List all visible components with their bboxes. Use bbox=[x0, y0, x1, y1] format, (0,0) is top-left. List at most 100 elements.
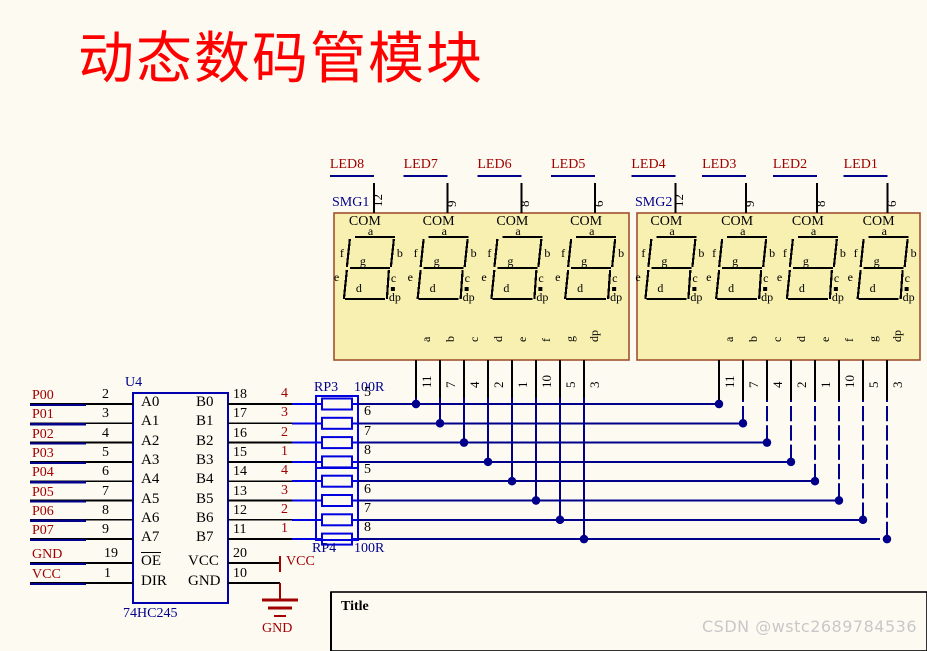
junction-dot bbox=[531, 496, 541, 505]
seg-label-e: e bbox=[706, 269, 712, 284]
seg-label-d: d bbox=[869, 281, 876, 295]
resistor-element bbox=[321, 494, 353, 507]
ic-left-pin-number: 4 bbox=[102, 425, 109, 441]
ic-right-pin-number: 15 bbox=[233, 444, 247, 460]
seg-label-c: c bbox=[904, 270, 910, 285]
rp-left-pin-number: 4 bbox=[281, 463, 288, 479]
rp-left-pin-number: 2 bbox=[281, 501, 288, 517]
bottom-pin-number: 1 bbox=[515, 381, 530, 389]
seg-label-c: c bbox=[390, 270, 397, 285]
ic-pin-name-b7: B7 bbox=[196, 529, 214, 546]
com-pin-number: 12 bbox=[671, 194, 687, 207]
rp-right-pin-number: 5 bbox=[364, 462, 371, 478]
bottom-pin-number: 11 bbox=[722, 375, 737, 388]
ic-right-pin-number: 14 bbox=[233, 464, 247, 480]
junction-dot bbox=[762, 438, 772, 447]
junction-dot bbox=[579, 534, 589, 544]
rp-right-pin-number: 7 bbox=[364, 423, 371, 439]
watermark: CSDN @wstc2689784536 bbox=[702, 617, 917, 636]
seg-label-dp: dp bbox=[388, 290, 401, 304]
seg-label-a: a bbox=[515, 224, 521, 238]
ic-pin-name-a7: A7 bbox=[141, 529, 160, 546]
rp-left-pin-number: 3 bbox=[281, 482, 288, 498]
bottom-seg-label-dp: dp bbox=[890, 330, 904, 342]
schematic-canvas: 动态数码管模块 SMG1 LED8 12 COM a b c d e f g dp LED7 9 COM a b… bbox=[0, 0, 927, 651]
net-label-p06: P06 bbox=[32, 503, 54, 519]
seg-label-a: a bbox=[669, 224, 675, 238]
bottom-pin-number: 2 bbox=[491, 381, 506, 389]
net-label-p04: P04 bbox=[32, 465, 54, 481]
seg-label-b: b bbox=[769, 245, 776, 260]
rp4-value: 100R bbox=[354, 541, 385, 556]
rp-right-pin-number: 8 bbox=[364, 520, 371, 536]
bottom-seg-label-e: e bbox=[515, 336, 529, 342]
com-pin-number: 9 bbox=[443, 200, 459, 208]
seg-label-b: b bbox=[839, 245, 846, 260]
junction-dot bbox=[786, 457, 796, 467]
display-ref-smg2: SMG2 bbox=[635, 195, 673, 210]
rp-left-pin-number: 1 bbox=[281, 443, 288, 459]
net-label-p02: P02 bbox=[32, 426, 54, 442]
seg-label-dp: dp bbox=[536, 290, 549, 304]
seg-label-g: g bbox=[581, 254, 588, 268]
seg-label-g: g bbox=[732, 254, 739, 268]
bottom-seg-label-dp: dp bbox=[587, 330, 601, 342]
seg-label-g: g bbox=[507, 254, 514, 268]
seg-label-d: d bbox=[355, 281, 362, 295]
ic-left-pin-number: 3 bbox=[102, 406, 109, 422]
seg-label-c: c bbox=[612, 270, 618, 285]
rp3-ref: RP3 bbox=[314, 380, 339, 395]
net-label-p07: P07 bbox=[32, 523, 54, 539]
seg-label-a: a bbox=[810, 224, 817, 238]
com-label: COM bbox=[348, 214, 381, 229]
bottom-pin-number: 4 bbox=[467, 381, 482, 389]
ic-pin-name-vcc-pwr: VCC bbox=[188, 553, 219, 569]
bottom-seg-label-f: f bbox=[539, 338, 553, 342]
seg-label-d: d bbox=[728, 281, 735, 295]
com-label: COM bbox=[650, 214, 683, 229]
junction-dot bbox=[882, 534, 892, 544]
ic-pin-name-gnd-pwr: GND bbox=[188, 573, 221, 589]
seg-label-d: d bbox=[798, 281, 805, 295]
seg-label-e: e bbox=[333, 269, 340, 284]
seg-label-e: e bbox=[407, 269, 413, 284]
seg-label-b: b bbox=[698, 245, 705, 260]
ic-pin-name-a5: A5 bbox=[141, 490, 160, 507]
bottom-seg-label-a: a bbox=[419, 336, 433, 342]
bottom-pin-number: 3 bbox=[587, 381, 602, 389]
seg-label-e: e bbox=[847, 269, 853, 284]
led-label-led4: LED4 bbox=[631, 157, 666, 172]
seg-label-b: b bbox=[544, 245, 551, 260]
seg-label-d: d bbox=[429, 281, 436, 295]
junction-dot bbox=[555, 515, 565, 524]
com-pin-number: 9 bbox=[742, 200, 758, 208]
seg-label-b: b bbox=[396, 245, 403, 260]
schematic-graphics bbox=[30, 175, 927, 651]
ic-pin-name-b3: B3 bbox=[196, 451, 214, 468]
seg-label-g: g bbox=[433, 254, 440, 268]
junction-dot bbox=[483, 457, 493, 467]
net-label-vcc: VCC bbox=[32, 567, 61, 582]
com-pin-number: 6 bbox=[591, 200, 607, 208]
ic-pin-name-b2: B2 bbox=[196, 432, 214, 449]
seg-label-d: d bbox=[657, 281, 664, 295]
rp-right-pin-number: 7 bbox=[364, 500, 371, 516]
com-pin-number: 12 bbox=[369, 194, 385, 207]
bottom-pin-number: 1 bbox=[818, 381, 833, 389]
led-label-led6: LED6 bbox=[477, 157, 512, 172]
com-pin-number: 8 bbox=[517, 200, 533, 208]
ic-part-number: 74HC245 bbox=[123, 606, 178, 621]
net-label-p05: P05 bbox=[32, 484, 54, 500]
ic-left-pin-number: 5 bbox=[102, 444, 109, 460]
junction-dot bbox=[834, 496, 844, 505]
com-label: COM bbox=[862, 214, 895, 229]
ic-pin-name-a4: A4 bbox=[141, 471, 160, 488]
led-label-led5: LED5 bbox=[551, 157, 586, 172]
seg-label-dp: dp bbox=[831, 290, 844, 304]
seg-label-dp: dp bbox=[690, 290, 703, 304]
seg-label-f: f bbox=[782, 245, 787, 260]
seg-label-g: g bbox=[661, 254, 668, 268]
bottom-pin-number: 5 bbox=[563, 381, 578, 389]
seg-label-c: c bbox=[538, 270, 544, 285]
bottom-seg-label-b: b bbox=[746, 336, 760, 342]
